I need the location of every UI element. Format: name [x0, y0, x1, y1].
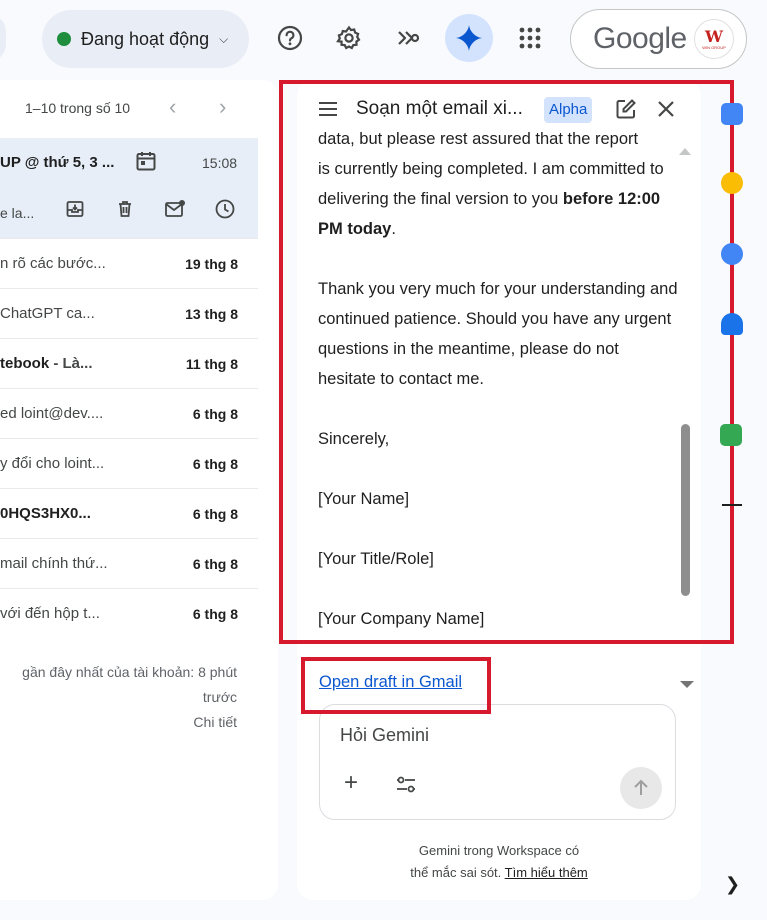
avatar[interactable]: W WIN GROUP: [694, 19, 734, 59]
activity-line-2: trước: [202, 689, 237, 705]
email-row[interactable]: tebook - Là... 11 thg 8: [0, 338, 258, 388]
chevron-down-icon: ⌵: [219, 31, 229, 46]
email-row[interactable]: mail chính thứ... 6 thg 8: [0, 538, 258, 588]
activity-details-link[interactable]: Chi tiết: [22, 710, 237, 735]
email-snippet: e la...: [0, 205, 35, 221]
top-bar: Đang hoạt động ⌵ Google W WIN GROUP: [0, 0, 767, 80]
contacts-app-icon[interactable]: [721, 313, 743, 335]
prev-page-icon[interactable]: ‹: [169, 94, 176, 120]
email-row[interactable]: ed loint@dev.... 6 thg 8: [0, 388, 258, 438]
addon-app-icon[interactable]: [720, 424, 742, 446]
status-dot-icon: [57, 32, 71, 46]
avatar-logo-icon: W: [705, 26, 723, 46]
archive-icon[interactable]: [63, 197, 87, 221]
snooze-icon[interactable]: [213, 197, 237, 221]
google-logo: Google: [593, 22, 687, 55]
gemini-icon[interactable]: [445, 14, 493, 62]
settings-icon[interactable]: [329, 18, 369, 58]
email-snippet: ChatGPT ca...: [0, 305, 95, 322]
email-row-hovered[interactable]: UP @ thứ 5, 3 ... 15:08 e la...: [0, 138, 258, 238]
email-snippet-suffix: - Là...: [49, 355, 93, 372]
annotation-box-response: [279, 80, 734, 644]
email-date: 6 thg 8: [192, 455, 238, 472]
email-date: 19 thg 8: [185, 255, 238, 272]
email-date: 6 thg 8: [192, 605, 238, 622]
email-row[interactable]: với đến hộp t... 6 thg 8: [0, 588, 258, 638]
mark-unread-icon[interactable]: [163, 197, 187, 221]
email-row[interactable]: y đổi cho loint... 6 thg 8: [0, 438, 258, 488]
next-page-icon[interactable]: ›: [219, 94, 226, 120]
account-activity: gần đây nhất của tài khoản: 8 phút trước…: [22, 660, 237, 735]
avatar-label: WIN GROUP: [702, 44, 726, 50]
delete-icon[interactable]: [113, 197, 137, 221]
email-date: 13 thg 8: [185, 305, 238, 322]
scroll-down-arrow[interactable]: [680, 681, 694, 688]
email-snippet: 0HQS3HX0...: [0, 505, 91, 522]
email-snippet: n rõ các bước...: [0, 255, 106, 272]
keep-app-icon[interactable]: [721, 172, 743, 194]
apps-grid-icon[interactable]: [510, 18, 550, 58]
account-switcher[interactable]: Google W WIN GROUP: [570, 9, 747, 69]
gemini-disclaimer: Gemini trong Workspace có thể mắc sai só…: [297, 840, 701, 884]
pagination-text: 1–10 trong số 10: [25, 100, 131, 116]
email-date: 6 thg 8: [192, 555, 238, 572]
email-snippet: mail chính thứ...: [0, 555, 108, 572]
chevron-right-icon[interactable]: ❯: [725, 874, 740, 895]
tasks-app-icon[interactable]: [721, 243, 743, 265]
disclaimer-line-2: thể mắc sai sót.: [410, 865, 502, 880]
send-icon[interactable]: [620, 767, 662, 809]
email-time: 15:08: [202, 155, 238, 171]
email-row[interactable]: ChatGPT ca... 13 thg 8: [0, 288, 258, 338]
email-row[interactable]: n rõ các bước... 19 thg 8: [0, 238, 258, 288]
help-icon[interactable]: [270, 18, 310, 58]
ask-placeholder: Hỏi Gemini: [340, 725, 430, 745]
email-date: 11 thg 8: [185, 355, 238, 372]
add-icon[interactable]: +: [344, 771, 358, 795]
search-pill-edge[interactable]: [0, 14, 6, 62]
activity-line: gần đây nhất của tài khoản: 8 phút: [22, 664, 237, 680]
email-subject: UP @ thứ 5, 3 ...: [0, 154, 115, 171]
email-snippet: y đổi cho loint...: [0, 455, 105, 472]
ask-gemini-input[interactable]: Hỏi Gemini +: [319, 704, 676, 820]
email-snippet: tebook - Là...: [0, 355, 93, 372]
apps-script-icon[interactable]: [388, 18, 428, 58]
annotation-box-open-draft: [301, 657, 491, 714]
email-snippet: với đến hộp t...: [0, 605, 100, 622]
tune-icon[interactable]: [394, 773, 418, 802]
disclaimer-line: Gemini trong Workspace có: [418, 843, 580, 858]
calendar-app-icon[interactable]: [721, 103, 743, 125]
email-date: 6 thg 8: [192, 405, 238, 422]
status-label: Đang hoạt động: [81, 28, 210, 49]
email-list-panel: 1–10 trong số 10 ‹ › UP @ thứ 5, 3 ... 1…: [0, 80, 278, 900]
email-snippet: ed loint@dev....: [0, 405, 104, 422]
calendar-icon: [135, 150, 157, 177]
email-date: 6 thg 8: [192, 505, 238, 522]
add-addon-icon[interactable]: [722, 504, 742, 506]
email-row[interactable]: 0HQS3HX0... 6 thg 8: [0, 488, 258, 538]
learn-more-link[interactable]: Tìm hiểu thêm: [505, 865, 588, 880]
status-selector[interactable]: Đang hoạt động ⌵: [42, 10, 249, 68]
